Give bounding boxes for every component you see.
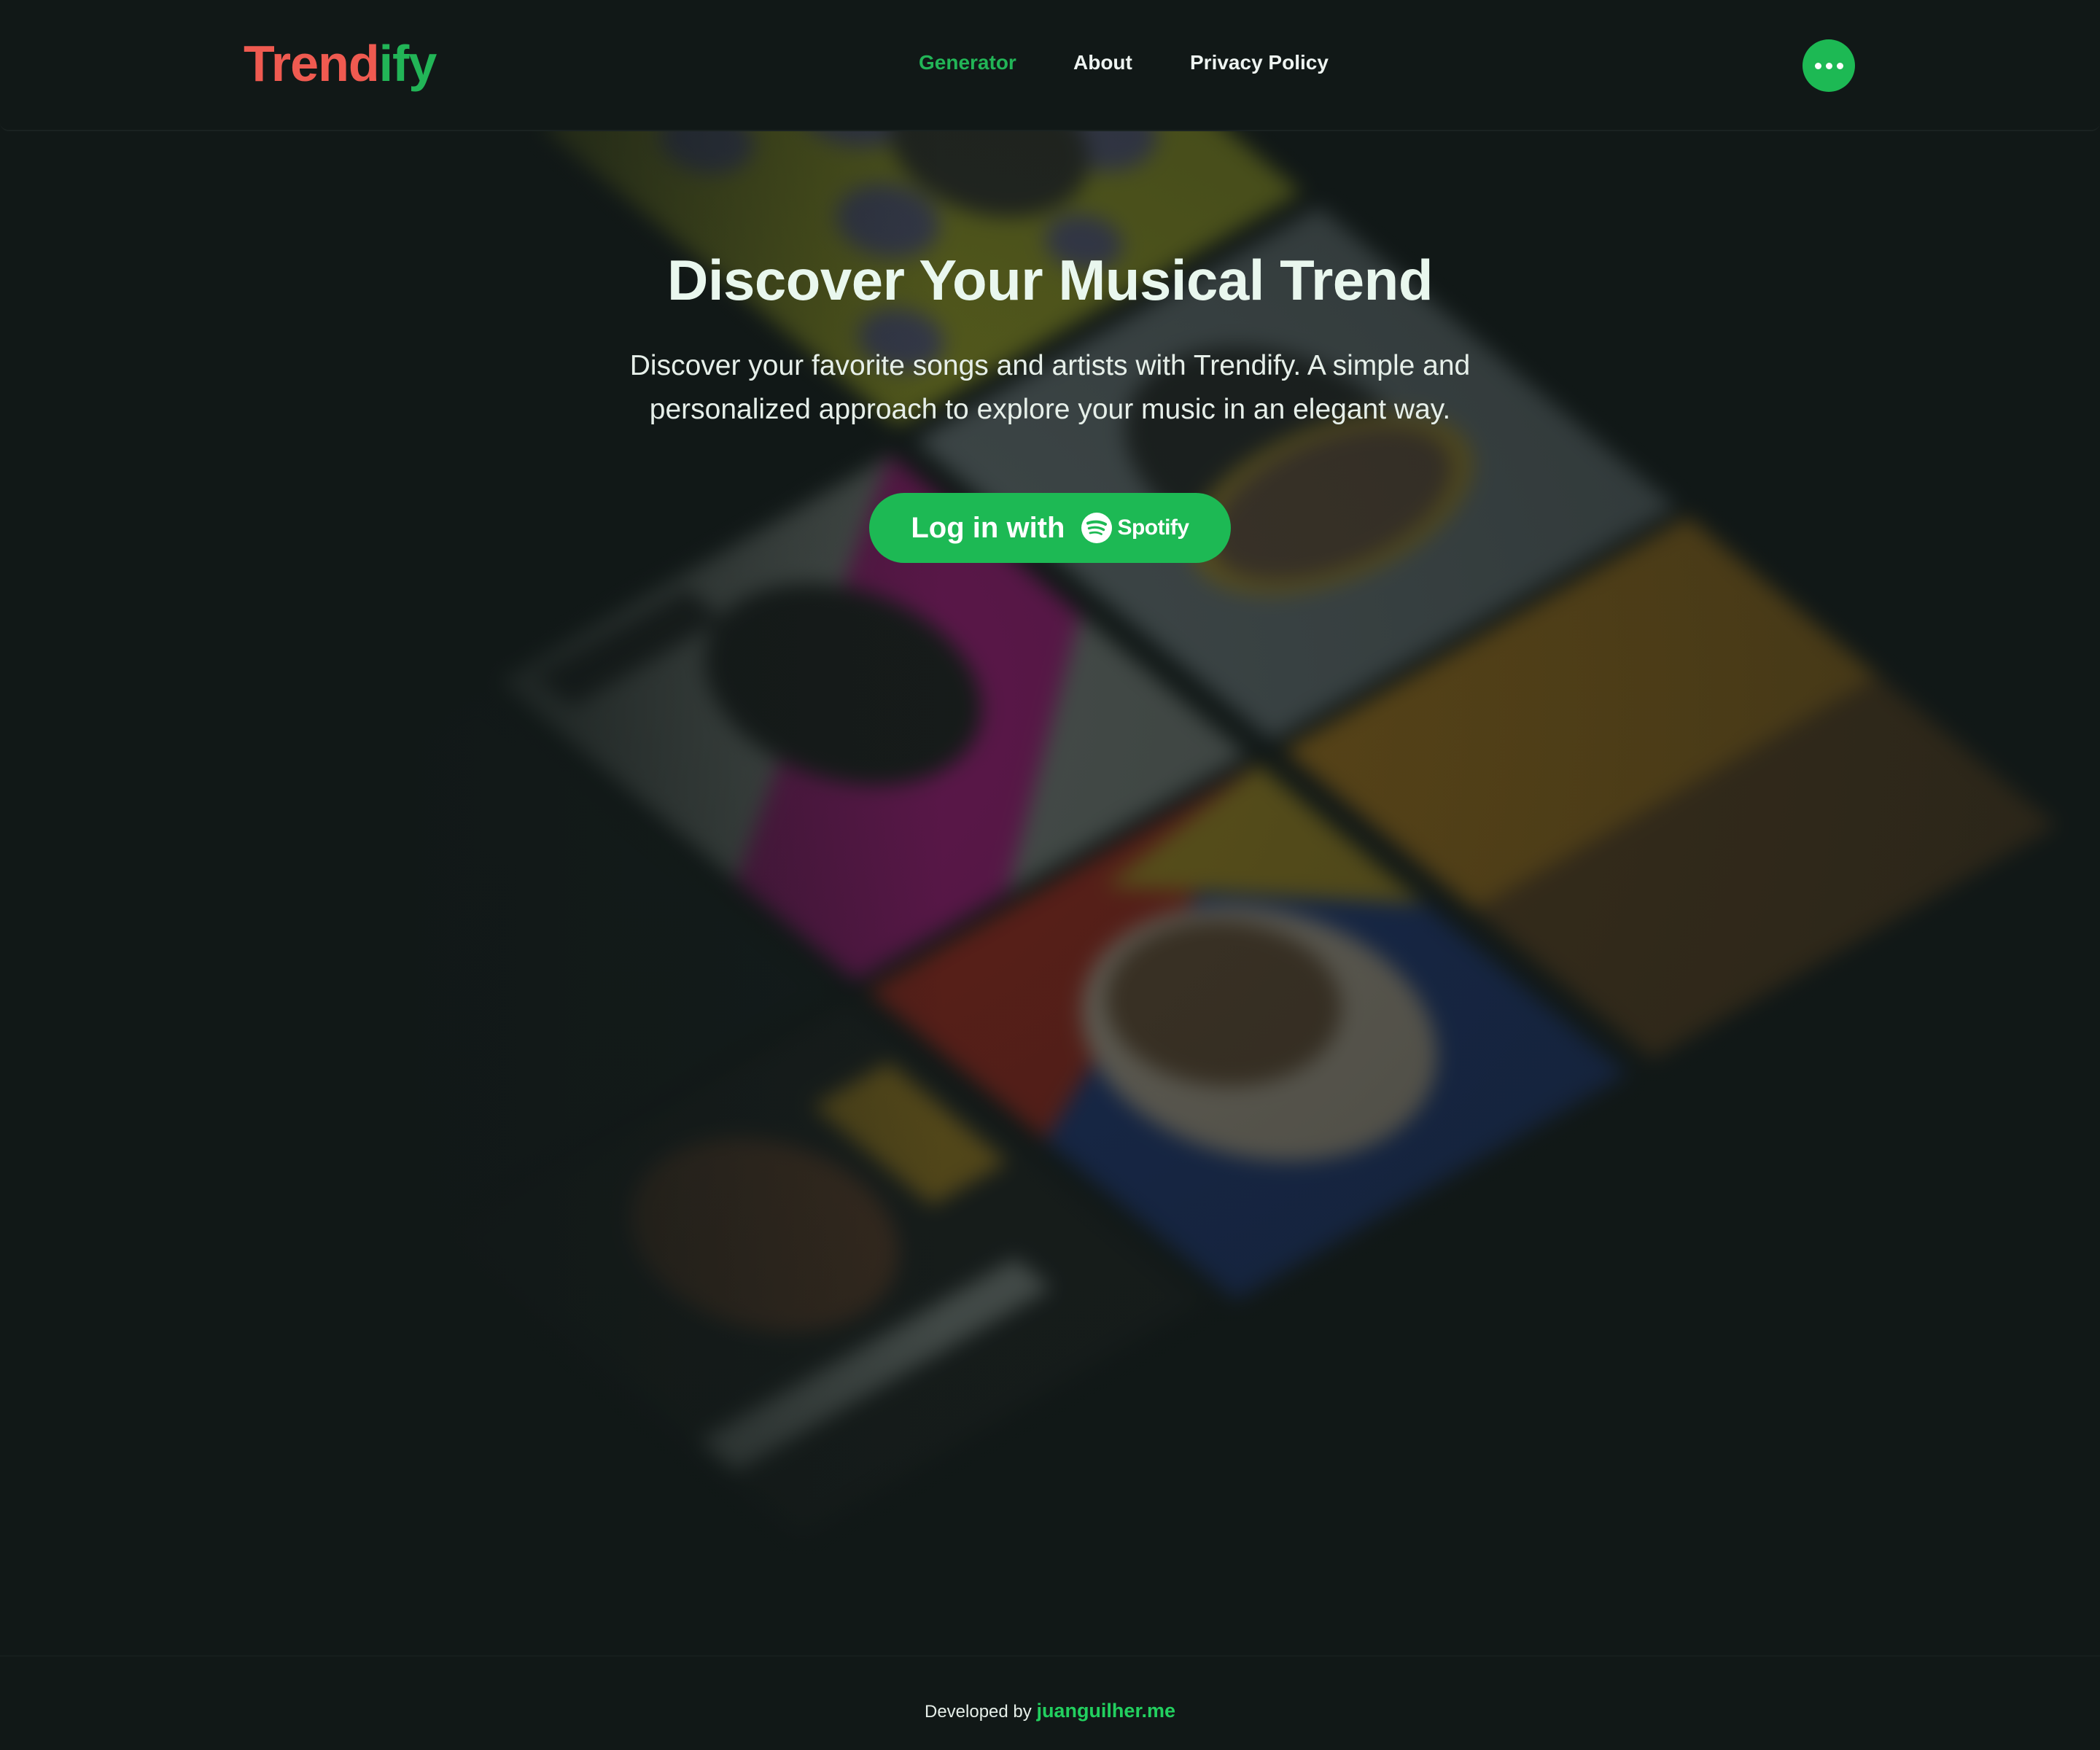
more-horizontal-icon [1814, 62, 1843, 69]
spotify-logo: Spotify [1081, 512, 1189, 544]
hero-subtitle: Discover your favorite songs and artists… [612, 344, 1488, 432]
nav-link-about[interactable]: About [1073, 50, 1146, 76]
footer: Developed by juanguilher.me [0, 1655, 2100, 1750]
more-menu-button[interactable] [1802, 39, 1855, 92]
navbar: Trendify Generator About Privacy Policy [0, 0, 2100, 131]
footer-prefix: Developed by [925, 1702, 1032, 1722]
nav-link-generator[interactable]: Generator [919, 50, 1021, 76]
footer-credit: Developed by juanguilher.me [0, 1699, 2100, 1724]
login-with-spotify-button[interactable]: Log in with Spotify [869, 493, 1231, 563]
nav-link-privacy-policy[interactable]: Privacy Policy [1190, 50, 1336, 76]
spotify-wordmark: Spotify [1117, 516, 1189, 540]
hero-subtitle-line-1: Discover your favorite songs and artists… [629, 350, 1471, 381]
logo-part-trend: Trend [244, 35, 380, 92]
footer-author-link[interactable]: juanguilher.me [1036, 1700, 1175, 1722]
spotify-icon [1081, 513, 1113, 543]
hero-title: Discover Your Musical Trend [667, 248, 1433, 312]
logo[interactable]: Trendify [244, 31, 438, 96]
logo-part-ify: ify [378, 35, 438, 92]
hero-subtitle-line-2: personalized approach to explore your mu… [649, 394, 1451, 425]
page: Trendify Generator About Privacy Policy … [0, 0, 2100, 1750]
login-label: Log in with [911, 512, 1065, 544]
